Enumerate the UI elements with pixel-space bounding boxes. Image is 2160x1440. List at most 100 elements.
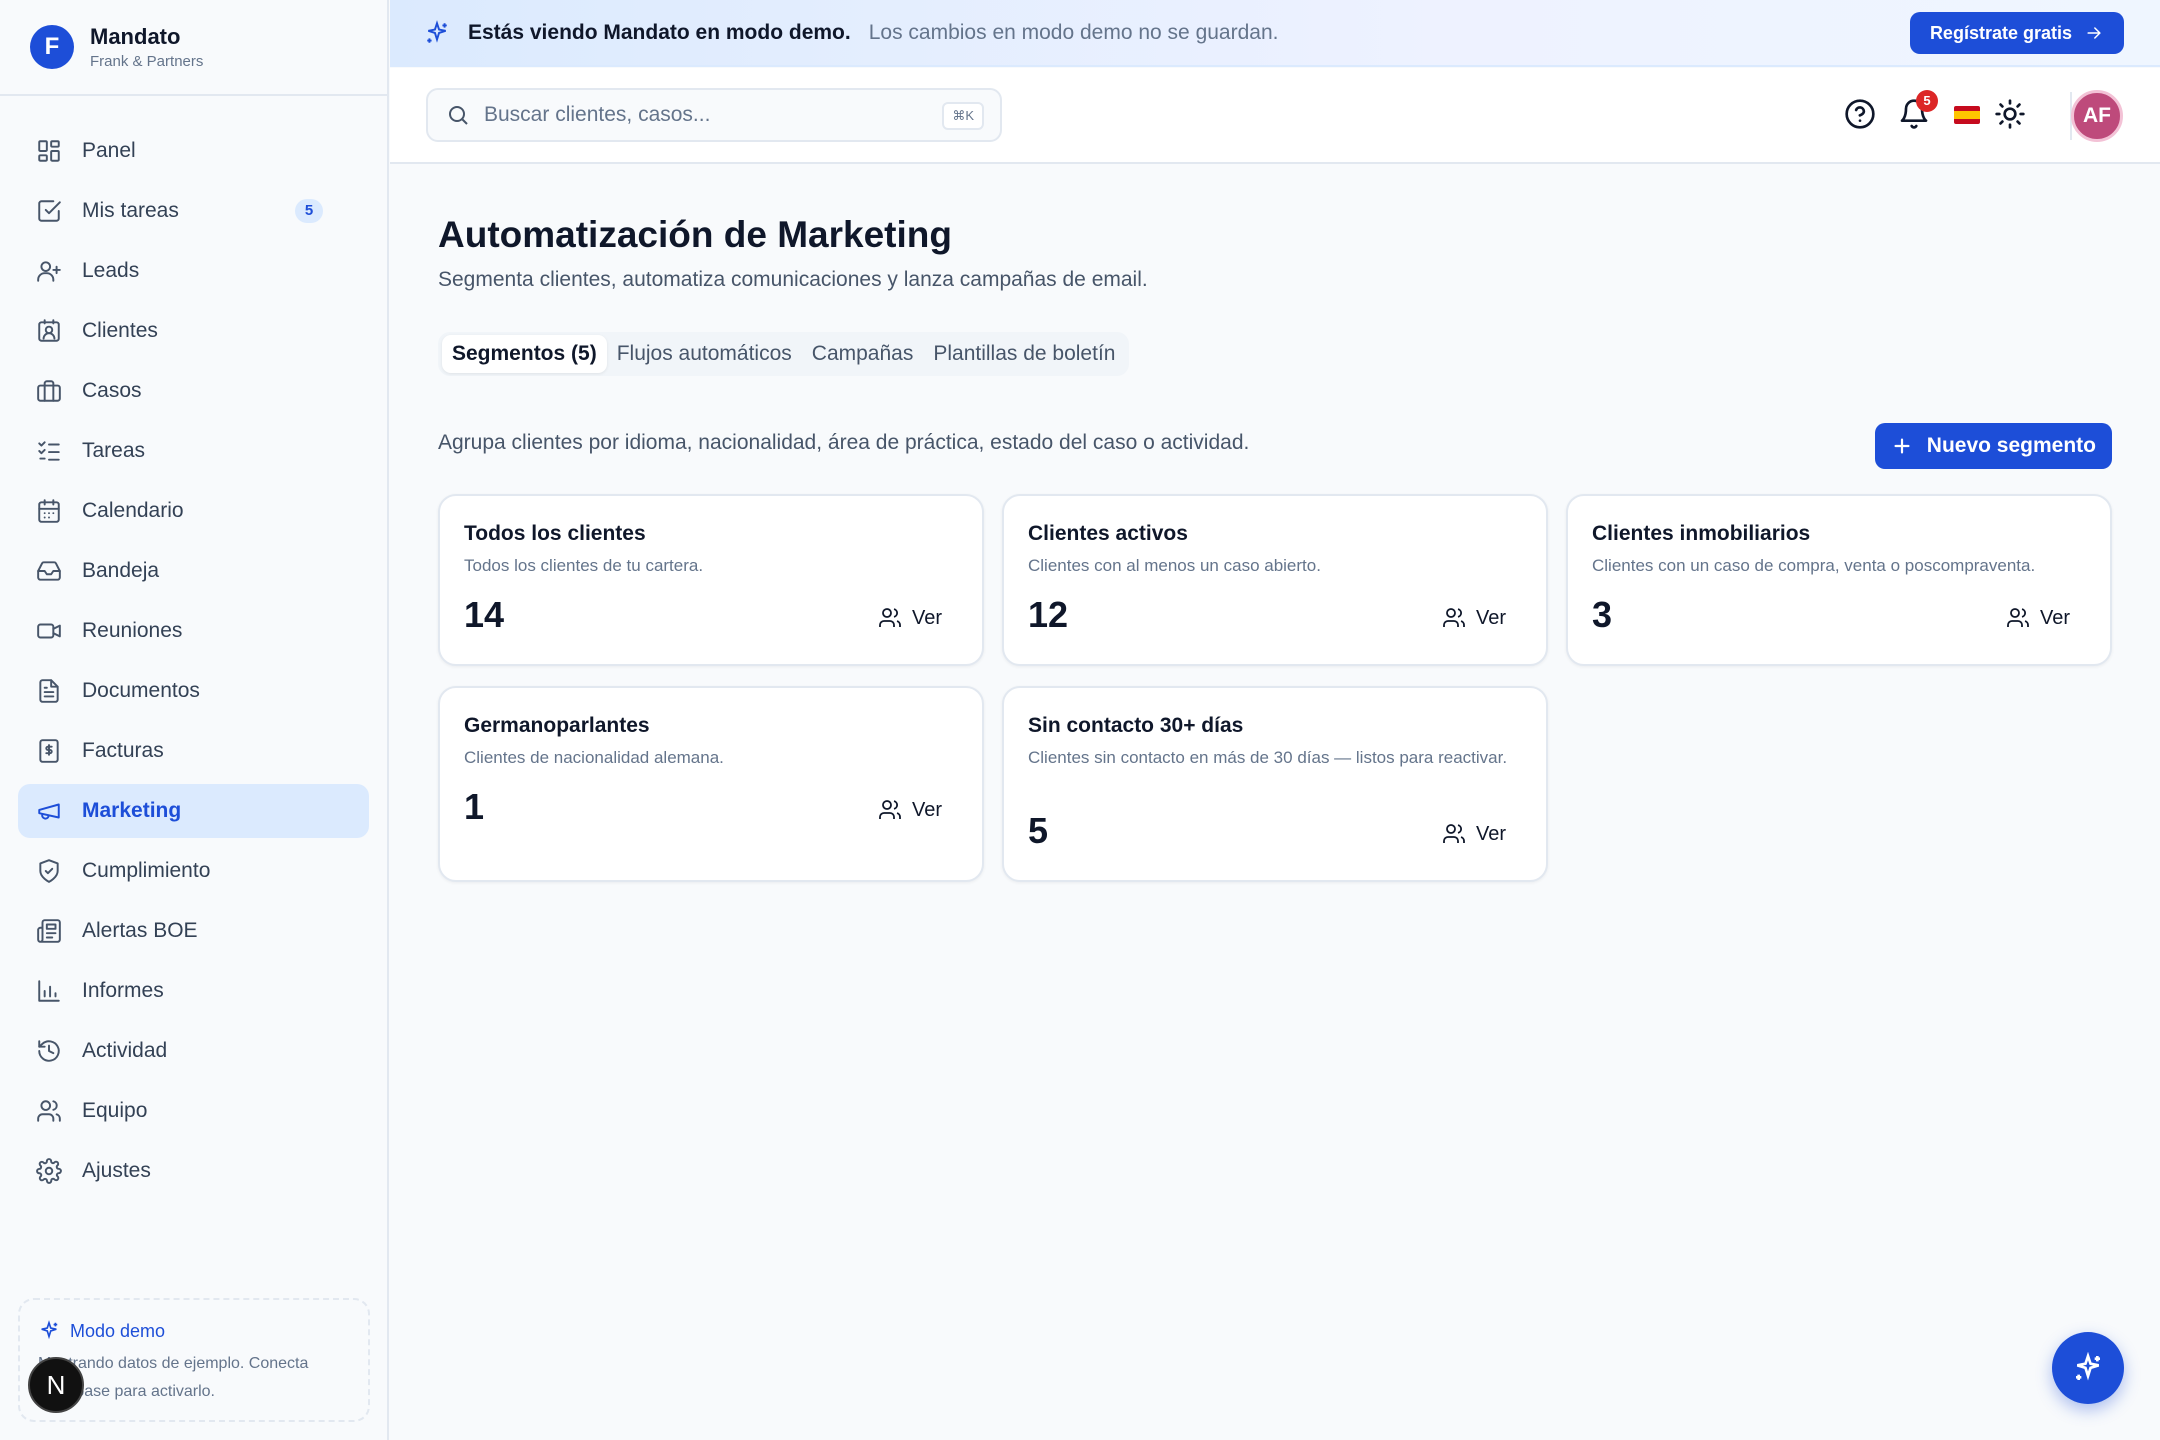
tab-segmentos[interactable]: Segmentos (5): [442, 335, 607, 373]
segment-count: 14: [464, 594, 505, 635]
megaphone-icon: [38, 803, 60, 820]
demo-mode-text: Mostrando datos de ejemplo. Conecta Supa…: [38, 1355, 309, 1400]
arrow-right-icon: [2087, 27, 2101, 39]
search-shortcut: ⌘K: [942, 102, 984, 130]
segment-description: Clientes con un caso de compra, venta o …: [1592, 556, 2036, 575]
brand-logo: F: [30, 25, 74, 69]
view-segment-button[interactable]: Ver: [2006, 606, 2070, 630]
plus-icon: [1894, 438, 1910, 454]
sidebar-item-label: Marketing: [82, 799, 182, 822]
sidebar-item-cumplimiento[interactable]: Cumplimiento: [18, 844, 369, 898]
contact-card-icon: [38, 319, 60, 342]
sidebar-item-label: Panel: [82, 139, 136, 162]
sidebar-item-label: Casos: [82, 379, 142, 402]
view-segment-button[interactable]: Ver: [1442, 822, 1506, 846]
users-icon: [1443, 824, 1465, 843]
search-icon: [449, 106, 468, 125]
view-label: Ver: [911, 798, 942, 821]
video-icon: [37, 623, 61, 639]
nextjs-dev-badge[interactable]: N: [28, 1357, 84, 1413]
segment-title: Clientes inmobiliarios: [1592, 522, 1811, 545]
segment-title: Germanoparlantes: [464, 714, 650, 737]
invoice-icon: [39, 739, 59, 763]
newspaper-icon: [37, 919, 61, 943]
sidebar-item-label: Reuniones: [82, 619, 183, 642]
search-input[interactable]: Buscar clientes, casos... ⌘K: [426, 88, 1002, 142]
ai-assistant-button[interactable]: [2052, 1332, 2124, 1404]
sidebar-item-label: Alertas BOE: [82, 919, 198, 942]
view-label: Ver: [1475, 606, 1506, 629]
segment-card[interactable]: Clientes inmobiliarios Clientes con un c…: [1566, 494, 2112, 666]
tasks-count-badge: 5: [295, 199, 323, 223]
topbar: Buscar clientes, casos... ⌘K 5 AF: [390, 68, 2160, 164]
new-segment-label: Nuevo segmento: [1926, 434, 2096, 457]
tab-plantillas-boletin[interactable]: Plantillas de boletín: [923, 335, 1125, 373]
segment-description: Clientes sin contacto en más de 30 días …: [1028, 748, 1508, 767]
segment-count: 3: [1592, 594, 1613, 635]
sidebar-item-label: Leads: [82, 259, 140, 282]
sidebar-item-bandeja[interactable]: Bandeja: [18, 544, 369, 598]
sidebar-item-label: Calendario: [82, 499, 184, 522]
sidebar-item-panel[interactable]: Panel: [18, 124, 369, 178]
avatar[interactable]: AF: [2071, 90, 2123, 142]
calendar-icon: [38, 499, 60, 523]
sidebar-item-label: Documentos: [82, 679, 200, 702]
notifications-button[interactable]: 5: [1898, 90, 1938, 130]
signup-button[interactable]: Regístrate gratis: [1909, 12, 2124, 54]
new-segment-button[interactable]: Nuevo segmento: [1874, 423, 2112, 469]
sidebar-item-clientes[interactable]: Clientes: [18, 304, 369, 358]
sidebar-item-mis-tareas[interactable]: Mis tareas 5: [18, 184, 369, 238]
brand[interactable]: F Mandato Frank & Partners: [0, 0, 387, 96]
sidebar-item-alertas-boe[interactable]: Alertas BOE: [18, 904, 369, 958]
spain-flag-icon[interactable]: [1954, 106, 1980, 124]
segment-count: 12: [1028, 594, 1069, 635]
gear-icon: [36, 1158, 62, 1184]
segment-description: Clientes de nacionalidad alemana.: [464, 748, 724, 767]
sparkles-icon: [427, 19, 447, 43]
sidebar-item-casos[interactable]: Casos: [18, 364, 369, 418]
sidebar-item-actividad[interactable]: Actividad: [18, 1024, 369, 1078]
brand-subtitle: Frank & Partners: [90, 53, 204, 70]
sidebar-item-leads[interactable]: Leads: [18, 244, 369, 298]
sidebar-item-tareas[interactable]: Tareas: [18, 424, 369, 478]
sun-icon: [1995, 99, 2025, 129]
briefcase-icon: [37, 380, 61, 402]
search-placeholder: Buscar clientes, casos...: [484, 103, 711, 126]
demo-mode-title: Modo demo: [70, 1320, 166, 1341]
sidebar-nav: Panel Mis tareas 5 Leads Clientes Casos …: [0, 124, 387, 1198]
segment-title: Todos los clientes: [464, 522, 646, 545]
sidebar-item-marketing[interactable]: Marketing: [18, 784, 369, 838]
segment-card[interactable]: Sin contacto 30+ días Clientes sin conta…: [1002, 686, 1548, 882]
grid-icon: [38, 140, 60, 162]
banner-text: Los cambios en modo demo no se guardan.: [868, 20, 1279, 44]
banner-title: Estás viendo Mandato en modo demo.: [468, 20, 851, 44]
sidebar-item-documentos[interactable]: Documentos: [18, 664, 369, 718]
sidebar-item-ajustes[interactable]: Ajustes: [18, 1144, 369, 1198]
tab-campanas[interactable]: Campañas: [802, 335, 924, 373]
view-segment-button[interactable]: Ver: [878, 798, 942, 822]
sidebar-item-facturas[interactable]: Facturas: [18, 724, 369, 778]
help-button[interactable]: [1844, 98, 1876, 130]
notification-count-badge: 5: [1916, 90, 1938, 112]
sidebar-item-label: Clientes: [82, 319, 158, 342]
sidebar: F Mandato Frank & Partners Panel Mis tar…: [0, 0, 389, 1440]
sidebar-item-label: Bandeja: [82, 559, 160, 582]
segment-card[interactable]: Todos los clientes Todos los clientes de…: [438, 494, 984, 666]
view-segment-button[interactable]: Ver: [878, 606, 942, 630]
users-icon: [1443, 608, 1465, 627]
user-plus-icon: [37, 261, 61, 282]
segment-card[interactable]: Clientes activos Clientes con al menos u…: [1002, 494, 1548, 666]
sidebar-item-label: Facturas: [82, 739, 164, 762]
sidebar-item-informes[interactable]: Informes: [18, 964, 369, 1018]
checkbox-icon: [38, 200, 61, 222]
sidebar-item-calendario[interactable]: Calendario: [18, 484, 369, 538]
sidebar-item-equipo[interactable]: Equipo: [18, 1084, 369, 1138]
segment-card[interactable]: Germanoparlantes Clientes de nacionalida…: [438, 686, 984, 882]
sidebar-item-reuniones[interactable]: Reuniones: [18, 604, 369, 658]
theme-toggle-button[interactable]: [1994, 98, 2026, 130]
tab-flujos-automaticos[interactable]: Flujos automáticos: [607, 335, 802, 373]
tab-list: Segmentos (5) Flujos automáticos Campaña…: [438, 332, 1130, 376]
sparkles-icon: [41, 1320, 58, 1340]
document-icon: [39, 679, 59, 703]
view-segment-button[interactable]: Ver: [1442, 606, 1506, 630]
